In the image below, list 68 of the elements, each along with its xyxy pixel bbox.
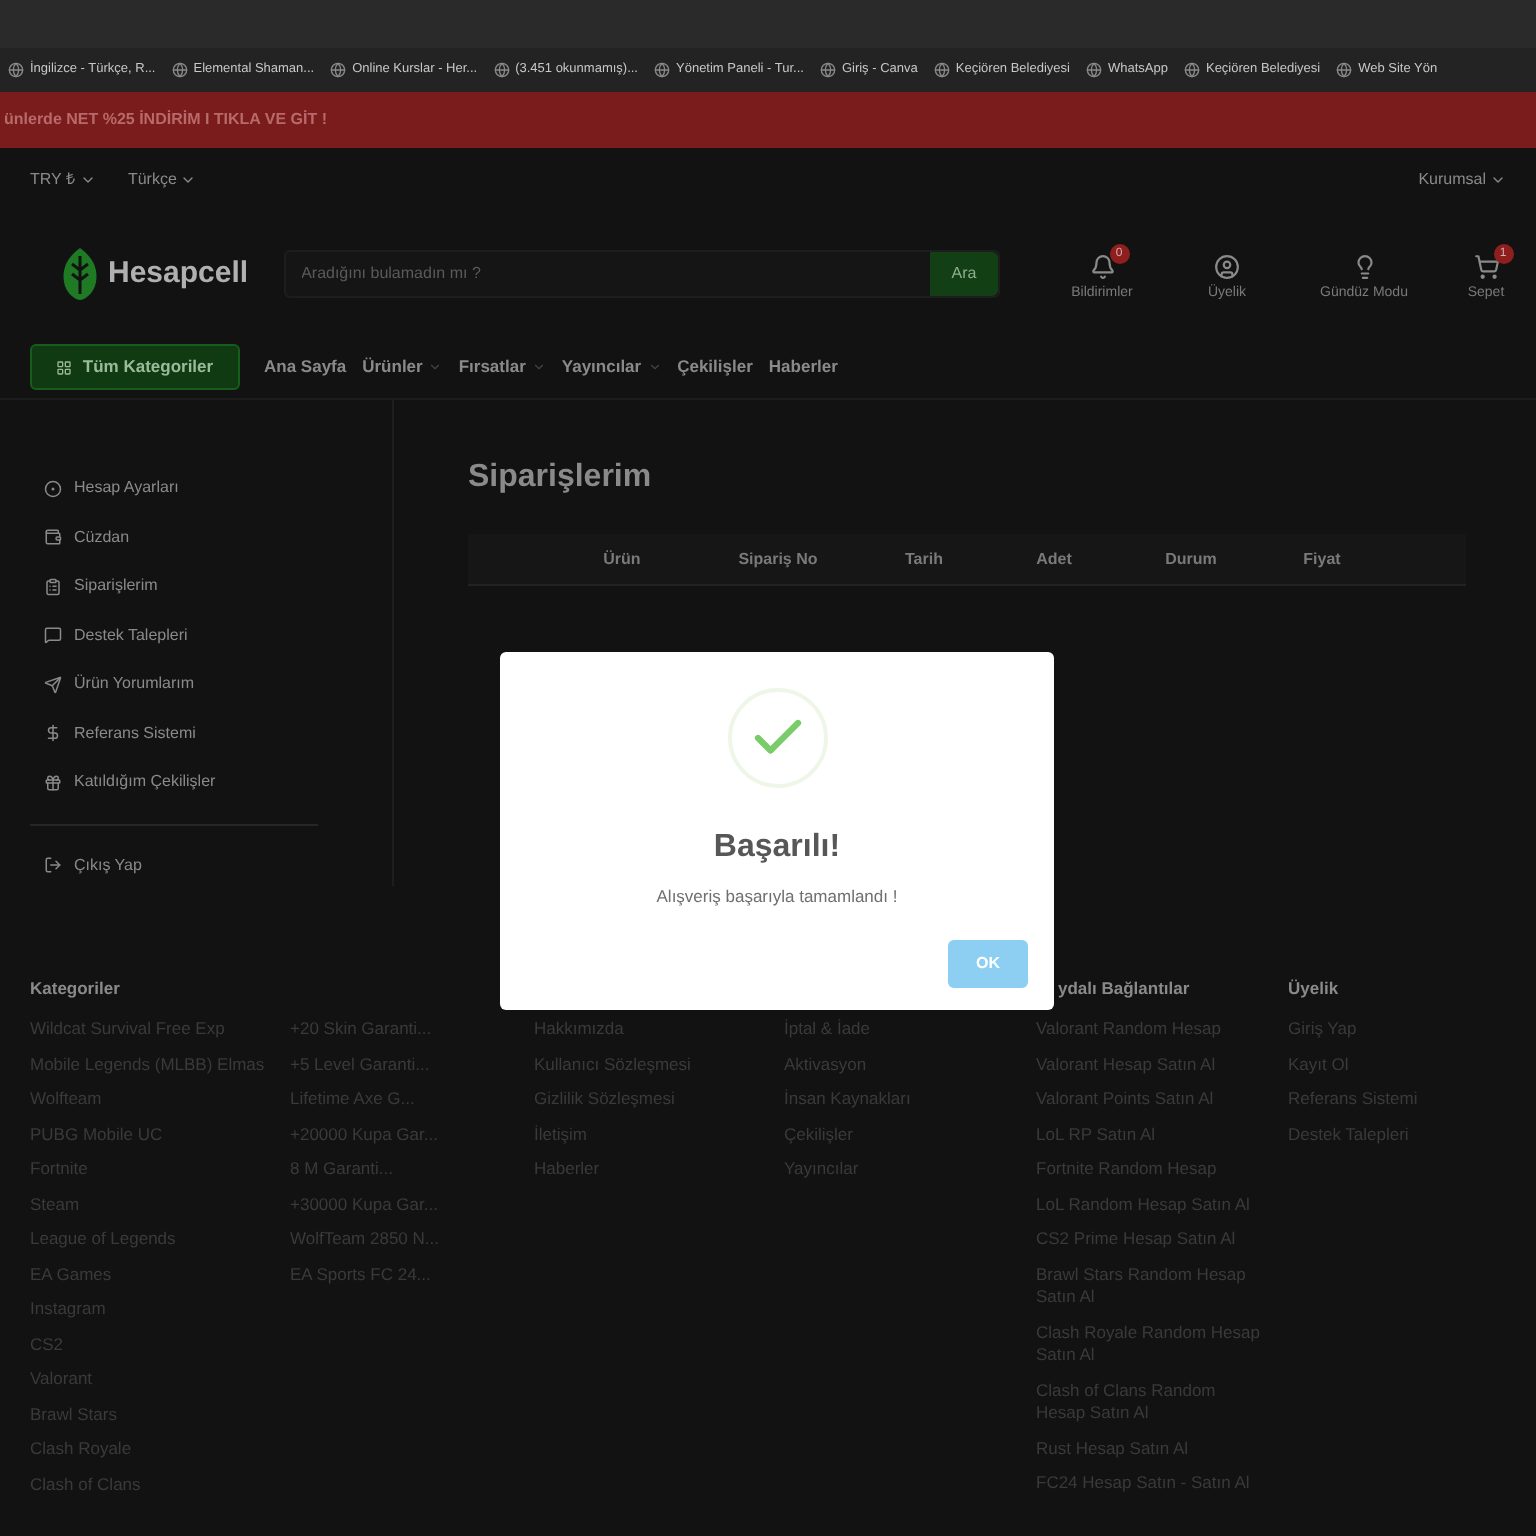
chat-bubble-icon bbox=[44, 626, 62, 645]
column-header: Sipariş No bbox=[738, 547, 818, 571]
sidebar-item[interactable]: Destek Talepleri bbox=[44, 611, 188, 660]
grid-icon bbox=[56, 359, 73, 375]
send-icon bbox=[44, 675, 62, 694]
all-categories-button[interactable]: Tüm Kategoriler bbox=[30, 344, 240, 390]
clipboard-icon bbox=[44, 577, 62, 596]
sidebar-item[interactable]: Siparişlerim bbox=[44, 562, 158, 611]
footer-heading: Kategoriler bbox=[30, 978, 120, 998]
footer-heading: ydalı Bağlantılar bbox=[1058, 978, 1190, 998]
globe-icon bbox=[1183, 62, 1200, 78]
column-header: Adet bbox=[1036, 547, 1072, 571]
search-field[interactable]: Aradığını bulamadın mı ? Ara bbox=[283, 250, 1000, 298]
circle-dot-icon bbox=[44, 479, 62, 498]
currency-selector[interactable]: TRY ₺ bbox=[30, 168, 96, 192]
language-selector[interactable]: Türkçe bbox=[127, 168, 197, 192]
caret-icon bbox=[531, 360, 546, 374]
sidebar-item[interactable]: Hesap Ayarları bbox=[44, 464, 179, 513]
user-icon bbox=[1214, 254, 1240, 281]
dollar-icon bbox=[44, 724, 62, 743]
leaf-logo-icon bbox=[60, 246, 100, 302]
footer-heading: Üyelik bbox=[1288, 978, 1339, 998]
caret-icon bbox=[647, 360, 662, 374]
dialog-message: Alışveriş başarıyla tamamlandı ! bbox=[656, 884, 898, 910]
globe-icon bbox=[1336, 62, 1353, 78]
ok-button[interactable]: OK bbox=[948, 940, 1028, 988]
gift-icon bbox=[44, 773, 62, 792]
nav-link[interactable]: Haberler bbox=[768, 354, 838, 380]
nav-link[interactable]: Ürünler bbox=[362, 354, 443, 380]
globe-icon bbox=[8, 62, 24, 78]
promo-text[interactable]: ünlerde NET %25 İNDİRİM I TIKLA VE GİT ! bbox=[4, 108, 327, 132]
nav-link[interactable]: Ana Sayfa bbox=[264, 354, 347, 380]
logout-link[interactable]: Çıkış Yap bbox=[44, 841, 142, 889]
success-check-icon bbox=[727, 688, 827, 788]
globe-icon bbox=[1085, 62, 1102, 78]
column-header: Durum bbox=[1165, 547, 1217, 571]
search-button[interactable]: Ara bbox=[930, 252, 998, 296]
dialog-title: Başarılı! bbox=[713, 828, 841, 868]
search-input[interactable]: Aradığını bulamadın mı ? bbox=[285, 262, 930, 286]
globe-icon bbox=[654, 62, 670, 78]
nav-link[interactable]: Yayıncılar bbox=[561, 354, 662, 380]
caret-icon bbox=[428, 360, 443, 374]
lightbulb-icon bbox=[1351, 254, 1377, 281]
sidebar-item[interactable]: Referans Sistemi bbox=[44, 709, 196, 758]
sidebar-item[interactable]: Katıldığım Çekilişler bbox=[44, 758, 216, 807]
globe-icon bbox=[171, 62, 188, 78]
corporate-menu[interactable]: Kurumsal bbox=[1418, 168, 1506, 192]
column-header: Tarih bbox=[905, 547, 943, 571]
promo-banner[interactable]: ünlerde NET %25 İNDİRİM I TIKLA VE GİT ! bbox=[0, 92, 1536, 148]
sidebar-item[interactable]: Ürün Yorumlarım bbox=[44, 660, 195, 709]
globe-icon bbox=[819, 62, 836, 78]
column-header: Fiyat bbox=[1303, 547, 1341, 571]
cart-icon bbox=[1473, 254, 1499, 281]
caret-icon bbox=[180, 172, 197, 188]
nav-link[interactable]: Çekilişler bbox=[677, 354, 753, 380]
wallet-icon bbox=[44, 528, 62, 547]
sidebar-item[interactable]: Cüzdan bbox=[44, 513, 130, 562]
caret-icon bbox=[79, 172, 96, 188]
caret-icon bbox=[1490, 172, 1506, 188]
page-title: Siparişlerim bbox=[468, 458, 654, 498]
globe-icon bbox=[330, 62, 347, 78]
globe-icon bbox=[933, 62, 950, 78]
globe-icon bbox=[493, 62, 510, 78]
logout-icon bbox=[44, 856, 62, 874]
logo-text[interactable]: Hesapcell bbox=[108, 251, 249, 297]
bell-icon bbox=[1089, 254, 1115, 281]
column-header: Ürün bbox=[603, 547, 641, 571]
nav-link[interactable]: Fırsatlar bbox=[458, 354, 546, 380]
